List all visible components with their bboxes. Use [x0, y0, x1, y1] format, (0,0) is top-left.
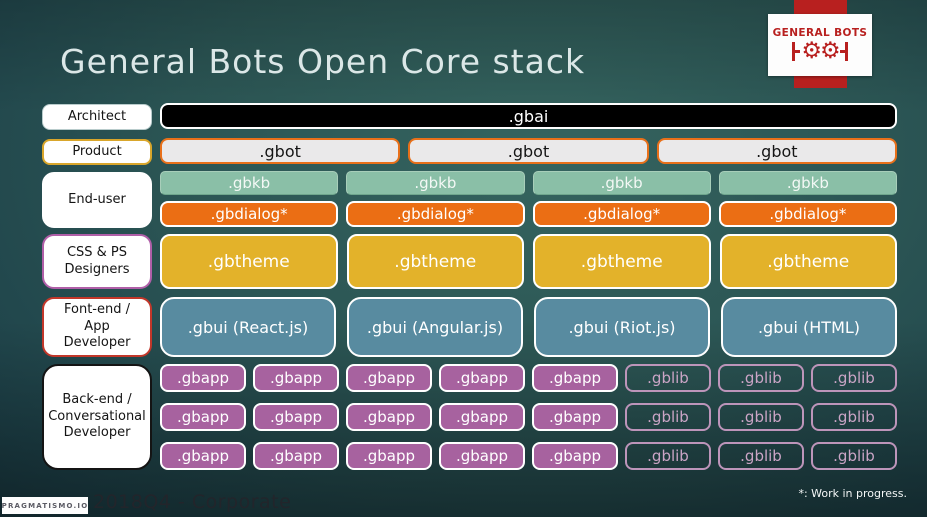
gbdialog-box: .gbdialog*: [160, 201, 339, 227]
gblib-box: .gblib: [718, 442, 804, 470]
gear-bar-right: [844, 42, 848, 61]
gbapp-box: .gbapp: [160, 403, 246, 431]
gbot-box: .gbot: [408, 138, 649, 164]
pragmatismo-brand-badge: PRAGMATISMO.IO: [2, 497, 88, 514]
gbtheme-box: .gbtheme: [160, 234, 338, 289]
gears-icon: ⚙⚙: [792, 38, 848, 64]
gblib-box: .gblib: [811, 403, 897, 431]
gbapp-box: .gbapp: [253, 403, 339, 431]
gbkb-box: .gbkb: [718, 171, 897, 195]
gbapp-box: .gbapp: [346, 442, 432, 470]
row-gbtheme: .gbtheme .gbtheme .gbtheme .gbtheme: [160, 234, 897, 289]
row-gbapp-gblib-2: .gbapp .gbapp .gbapp .gbapp .gbapp .gbli…: [160, 403, 897, 431]
gbapp-box: .gbapp: [532, 403, 618, 431]
gbtheme-box: .gbtheme: [719, 234, 897, 289]
row-gbdialog: .gbdialog* .gbdialog* .gbdialog* .gbdial…: [160, 201, 897, 227]
gbui-react-box: .gbui (React.js): [160, 297, 336, 357]
gbui-html-box: .gbui (HTML): [721, 297, 897, 357]
gbot-box: .gbot: [160, 138, 401, 164]
gbui-riot-box: .gbui (Riot.js): [534, 297, 710, 357]
gblib-box: .gblib: [811, 364, 897, 392]
gbdialog-box: .gbdialog*: [718, 201, 897, 227]
role-label-css-ps-designers: CSS & PS Designers: [42, 234, 152, 289]
gbtheme-box: .gbtheme: [346, 234, 524, 289]
gbapp-box: .gbapp: [346, 364, 432, 392]
gbtheme-box: .gbtheme: [533, 234, 711, 289]
role-label-backend-conversational-developer: Back-end / Conversational Developer: [42, 364, 152, 470]
gblib-box: .gblib: [718, 403, 804, 431]
gbot-box: .gbot: [656, 138, 897, 164]
gbkb-box: .gbkb: [160, 171, 339, 195]
gear-icon: ⚙⚙: [801, 38, 840, 64]
gbapp-box: .gbapp: [439, 442, 525, 470]
row-gbot: .gbot .gbot .gbot: [160, 138, 897, 164]
row-gbai: .gbai: [160, 103, 897, 129]
gbapp-box: .gbapp: [532, 364, 618, 392]
gbkb-box: .gbkb: [346, 171, 525, 195]
gbapp-box: .gbapp: [346, 403, 432, 431]
role-label-product: Product: [42, 139, 152, 165]
gblib-box: .gblib: [625, 442, 711, 470]
gbkb-box: .gbkb: [532, 171, 711, 195]
gbui-angular-box: .gbui (Angular.js): [347, 297, 523, 357]
role-label-end-user: End-user: [42, 172, 152, 228]
gbdialog-box: .gbdialog*: [346, 201, 525, 227]
gblib-box: .gblib: [811, 442, 897, 470]
slide: General Bots Open Core stack GENERAL BOT…: [0, 0, 927, 517]
gbapp-box: .gbapp: [160, 442, 246, 470]
slide-title: General Bots Open Core stack: [60, 42, 586, 81]
gblib-box: .gblib: [625, 403, 711, 431]
row-gbui: .gbui (React.js) .gbui (Angular.js) .gbu…: [160, 297, 897, 357]
gbai-box: .gbai: [160, 103, 897, 129]
gbapp-box: .gbapp: [439, 403, 525, 431]
gblib-box: .gblib: [718, 364, 804, 392]
gbapp-box: .gbapp: [160, 364, 246, 392]
role-label-architect: Architect: [42, 104, 152, 130]
row-gbapp-gblib-1: .gbapp .gbapp .gbapp .gbapp .gbapp .gbli…: [160, 364, 897, 392]
row-gbapp-gblib-3: .gbapp .gbapp .gbapp .gbapp .gbapp .gbli…: [160, 442, 897, 470]
gbdialog-box: .gbdialog*: [532, 201, 711, 227]
gblib-box: .gblib: [625, 364, 711, 392]
gbapp-box: .gbapp: [253, 442, 339, 470]
gbapp-box: .gbapp: [439, 364, 525, 392]
work-in-progress-note: *: Work in progress.: [798, 487, 907, 500]
gbapp-box: .gbapp: [253, 364, 339, 392]
general-bots-logo: GENERAL BOTS ⚙⚙: [768, 14, 872, 76]
row-gbkb: .gbkb .gbkb .gbkb .gbkb: [160, 171, 897, 195]
gbapp-box: .gbapp: [532, 442, 618, 470]
footer-date-text: 2018Q4 - Corporate: [93, 491, 292, 513]
role-label-frontend-app-developer: Font-end / App Developer: [42, 297, 152, 357]
gear-line-left: [795, 50, 801, 53]
